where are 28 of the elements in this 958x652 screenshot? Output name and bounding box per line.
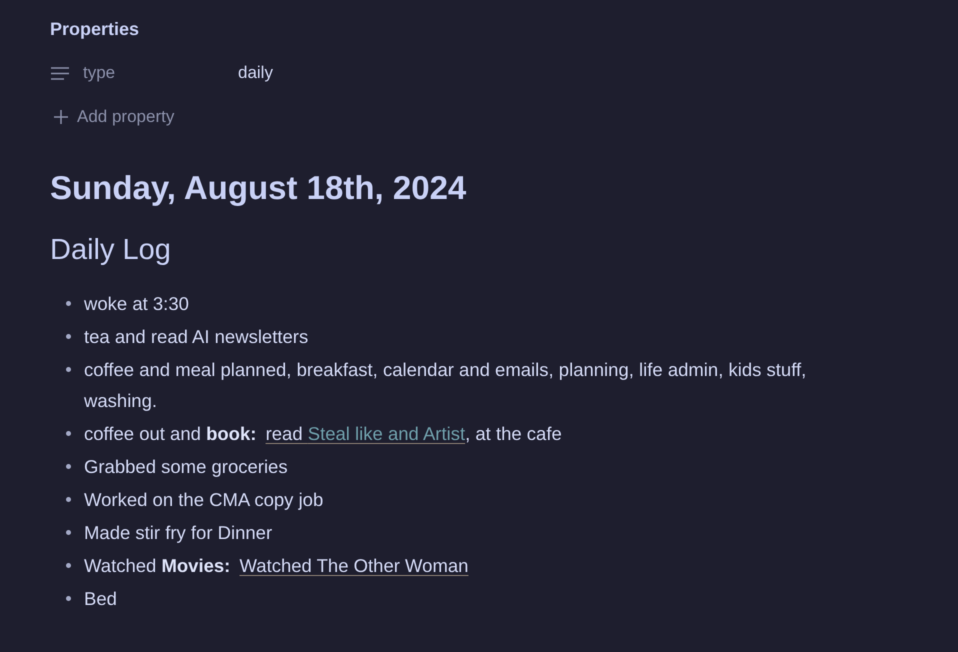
list-item-text: Worked on the CMA copy job xyxy=(84,488,324,512)
internal-link[interactable]: read Steal like and Artist xyxy=(266,423,466,444)
list-item-text: Watched Movies: Watched The Other Woman xyxy=(84,554,468,578)
bullet-icon xyxy=(66,596,71,601)
internal-link[interactable]: Watched The Other Woman xyxy=(240,555,468,576)
properties-heading: Properties xyxy=(50,18,140,40)
property-key[interactable]: type xyxy=(83,61,236,85)
list-item-text: coffee out and book: read Steal like and Artist, at the cafe xyxy=(84,422,562,446)
list-item-text: Made stir fry for Dinner xyxy=(84,521,272,545)
section-heading: Daily Log xyxy=(50,233,171,268)
plus-icon xyxy=(54,110,68,124)
bullet-icon xyxy=(66,431,71,436)
list-item-text: Bed xyxy=(84,587,117,611)
bullet-icon xyxy=(66,563,71,568)
bullet-icon xyxy=(66,334,71,339)
list-item-text: coffee and meal planned, breakfast, calendar and emails, planning, life admin, kids stuff, washing. xyxy=(84,358,808,413)
note-title: Sunday, August 18th, 2024 xyxy=(50,168,466,208)
add-property-button[interactable]: Add property xyxy=(54,105,176,129)
text-lines-icon[interactable] xyxy=(51,66,69,80)
bullet-icon xyxy=(66,497,71,502)
list-item-text: tea and read AI newsletters xyxy=(84,325,308,349)
bullet-icon xyxy=(66,367,71,372)
list-item-text: Grabbed some groceries xyxy=(84,455,288,479)
bullet-icon xyxy=(66,301,71,306)
bullet-icon xyxy=(66,530,71,535)
bullet-icon xyxy=(66,464,71,469)
property-value-field[interactable]: daily xyxy=(236,61,275,85)
list-item-text: woke at 3:30 xyxy=(84,292,189,316)
